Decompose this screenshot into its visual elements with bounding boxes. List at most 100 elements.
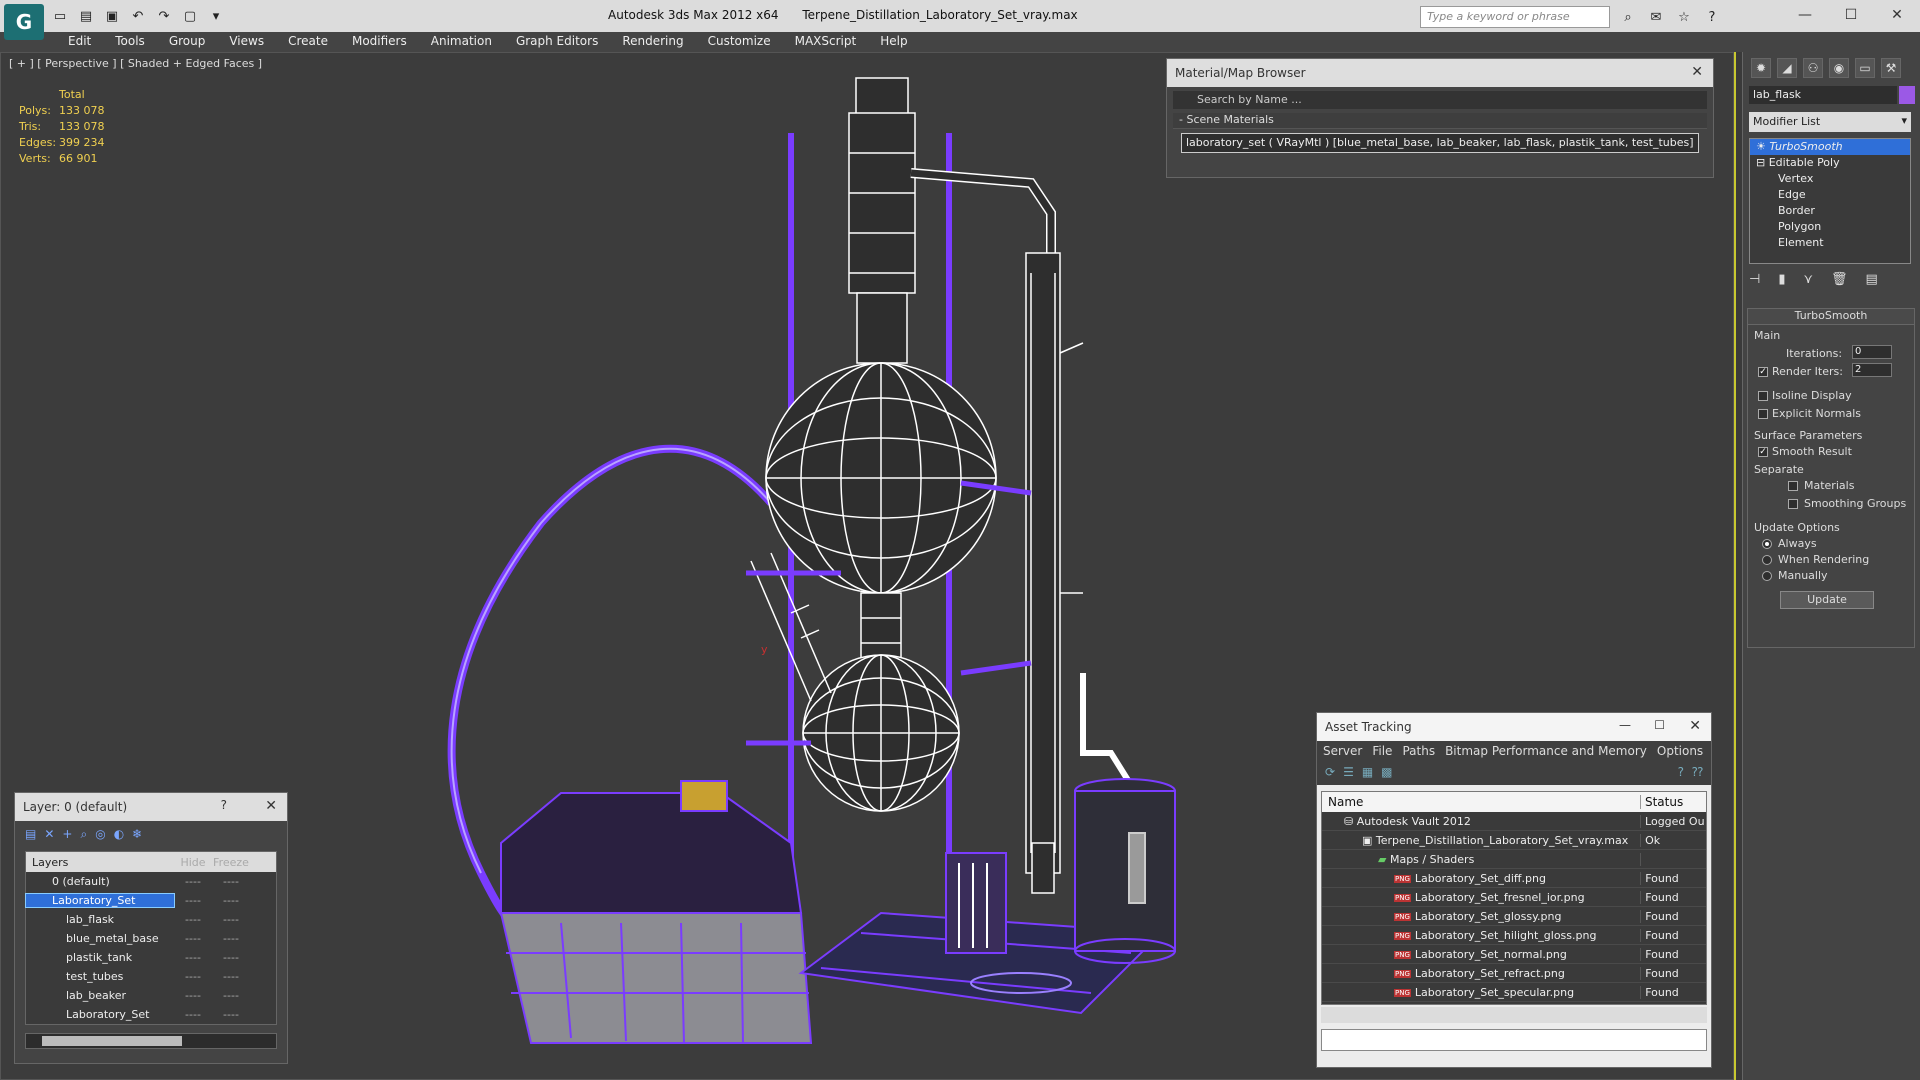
close-button[interactable]: ✕	[1874, 0, 1920, 30]
menu-options[interactable]: Options	[1657, 744, 1703, 760]
menu-animation[interactable]: Animation	[419, 32, 504, 52]
menu-server[interactable]: Server	[1323, 744, 1362, 760]
scene-materials-section[interactable]: - Scene Materials	[1173, 113, 1707, 129]
update-button[interactable]: Update	[1780, 591, 1874, 609]
asset-row[interactable]: PNG Laboratory_Set_specular.png Found	[1322, 983, 1706, 1002]
column-layers[interactable]: Layers	[26, 856, 174, 869]
column-hide[interactable]: Hide	[174, 856, 212, 869]
column-name[interactable]: Name	[1322, 795, 1641, 809]
viewport-label[interactable]: [ + ] [ Perspective ] [ Shaded + Edged F…	[9, 57, 262, 70]
undo-icon[interactable]: ↶	[128, 6, 148, 26]
render-iters-spinner[interactable]: 2	[1852, 363, 1892, 377]
material-search-input[interactable]: Search by Name ...	[1173, 91, 1707, 109]
menu-views[interactable]: Views	[217, 32, 276, 52]
project-folder-icon[interactable]: ▢	[180, 6, 200, 26]
save-icon[interactable]: ▣	[102, 6, 122, 26]
update-always-radio[interactable]	[1762, 539, 1772, 549]
layer-freeze[interactable]: ----	[212, 894, 250, 907]
asset-row[interactable]: PNG Laboratory_Set_normal.png Found	[1322, 945, 1706, 964]
layer-freeze[interactable]: ----	[212, 970, 250, 983]
minimize-button[interactable]: —	[1782, 0, 1828, 30]
asset-row[interactable]: ⛁ Autodesk Vault 2012 Logged Ou	[1322, 812, 1706, 831]
show-end-result-icon[interactable]: ▮	[1778, 272, 1785, 287]
motion-tab-icon[interactable]: ◉	[1829, 58, 1849, 78]
iterations-spinner[interactable]: 0	[1852, 345, 1892, 359]
asset-row[interactable]: PNG Laboratory_Set_diff.png Found	[1322, 869, 1706, 888]
layer-row[interactable]: lab_flask ---- ----	[26, 910, 276, 929]
layer-row[interactable]: Laboratory_Set ---- ----	[25, 891, 276, 910]
close-icon[interactable]: ✕	[1689, 718, 1701, 734]
app-logo-button[interactable]: G	[4, 4, 44, 40]
isoline-display-checkbox[interactable]	[1758, 391, 1768, 401]
asset-row[interactable]: ▣ Terpene_Distillation_Laboratory_Set_vr…	[1322, 831, 1706, 850]
asset-row[interactable]: PNG Laboratory_Set_fresnel_ior.png Found	[1322, 888, 1706, 907]
layer-hide[interactable]: ----	[174, 951, 212, 964]
layer-row[interactable]: blue_metal_base ---- ----	[26, 929, 276, 948]
object-color-swatch[interactable]	[1899, 86, 1915, 104]
maximize-button[interactable]: ☐	[1828, 0, 1874, 30]
list-view-icon[interactable]: ☰	[1343, 765, 1354, 783]
stack-item-edge[interactable]: Edge	[1750, 187, 1910, 203]
asset-row[interactable]: ▰ Maps / Shaders	[1322, 850, 1706, 869]
asset-scrollbar[interactable]	[1321, 1007, 1707, 1023]
open-folder-icon[interactable]: ▤	[76, 6, 96, 26]
freeze-all-icon[interactable]: ❄	[132, 827, 142, 843]
layer-scrollbar[interactable]	[25, 1033, 277, 1049]
select-objects-icon[interactable]: ⌕	[80, 827, 87, 843]
asset-row[interactable]: PNG Laboratory_Set_hilight_gloss.png Found	[1322, 926, 1706, 945]
layer-freeze[interactable]: ----	[212, 875, 250, 888]
configure-sets-icon[interactable]: ▤	[1866, 272, 1878, 287]
communication-icon[interactable]: ✉	[1646, 7, 1666, 27]
context-help-icon[interactable]: ⁇	[1692, 765, 1703, 783]
layer-hide[interactable]: ----	[174, 989, 212, 1002]
object-name-field[interactable]: lab_flask	[1749, 86, 1897, 104]
pin-stack-icon[interactable]: ⊣	[1749, 272, 1760, 287]
hide-all-icon[interactable]: ◐	[114, 827, 124, 843]
menu-bitmap-performance[interactable]: Bitmap Performance and Memory	[1445, 744, 1647, 760]
menu-group[interactable]: Group	[157, 32, 218, 52]
layer-freeze[interactable]: ----	[212, 1008, 250, 1021]
render-iters-checkbox[interactable]: ✓	[1758, 367, 1768, 377]
layer-hide[interactable]: ----	[174, 894, 212, 907]
layer-freeze[interactable]: ----	[212, 932, 250, 945]
scrollbar-thumb[interactable]	[42, 1036, 182, 1046]
display-tab-icon[interactable]: ▭	[1855, 58, 1875, 78]
layer-row[interactable]: 0 (default) ---- ----	[26, 872, 276, 891]
tree-view-icon[interactable]: ▦	[1362, 765, 1373, 783]
refresh-icon[interactable]: ⟳	[1325, 765, 1335, 783]
menu-tools[interactable]: Tools	[103, 32, 157, 52]
materials-checkbox[interactable]	[1788, 481, 1798, 491]
menu-create[interactable]: Create	[276, 32, 340, 52]
create-layer-icon[interactable]: ▤	[25, 827, 36, 843]
material-browser-header[interactable]: Material/Map Browser ✕	[1167, 59, 1713, 87]
redo-icon[interactable]: ↷	[154, 6, 174, 26]
minimize-icon[interactable]: —	[1619, 718, 1631, 732]
layer-row[interactable]: lab_beaker ---- ----	[26, 986, 276, 1005]
menu-help[interactable]: Help	[868, 32, 919, 52]
layer-manager-header[interactable]: Layer: 0 (default) ? ✕	[15, 793, 287, 821]
create-tab-icon[interactable]: ✹	[1751, 58, 1771, 78]
stack-item-element[interactable]: Element	[1750, 235, 1910, 251]
column-status[interactable]: Status	[1641, 795, 1706, 809]
stack-item-border[interactable]: Border	[1750, 203, 1910, 219]
remove-modifier-icon[interactable]: 🗑	[1831, 272, 1848, 287]
smooth-result-checkbox[interactable]: ✓	[1758, 447, 1768, 457]
layer-freeze[interactable]: ----	[212, 951, 250, 964]
stack-item-turbosmooth[interactable]: ☀ TurboSmooth	[1750, 139, 1910, 155]
menu-edit[interactable]: Edit	[56, 32, 103, 52]
help-icon[interactable]: ?	[221, 798, 227, 812]
expand-icon[interactable]: ⊟	[1756, 156, 1769, 169]
layer-freeze[interactable]: ----	[212, 913, 250, 926]
new-file-icon[interactable]: ▭	[50, 6, 70, 26]
add-to-layer-icon[interactable]: +	[62, 827, 72, 843]
utilities-tab-icon[interactable]: ⚒	[1881, 58, 1901, 78]
menu-file[interactable]: File	[1372, 744, 1392, 760]
asset-path-field[interactable]	[1321, 1029, 1707, 1051]
modify-tab-icon[interactable]: ◢	[1777, 58, 1797, 78]
make-unique-icon[interactable]: ⋎	[1803, 272, 1813, 287]
menu-maxscript[interactable]: MAXScript	[783, 32, 869, 52]
dropdown-arrow-icon[interactable]: ▾	[206, 6, 226, 26]
layer-row[interactable]: plastik_tank ---- ----	[26, 948, 276, 967]
asset-row[interactable]: PNG Laboratory_Set_glossy.png Found	[1322, 907, 1706, 926]
layer-row[interactable]: Laboratory_Set ---- ----	[26, 1005, 276, 1024]
